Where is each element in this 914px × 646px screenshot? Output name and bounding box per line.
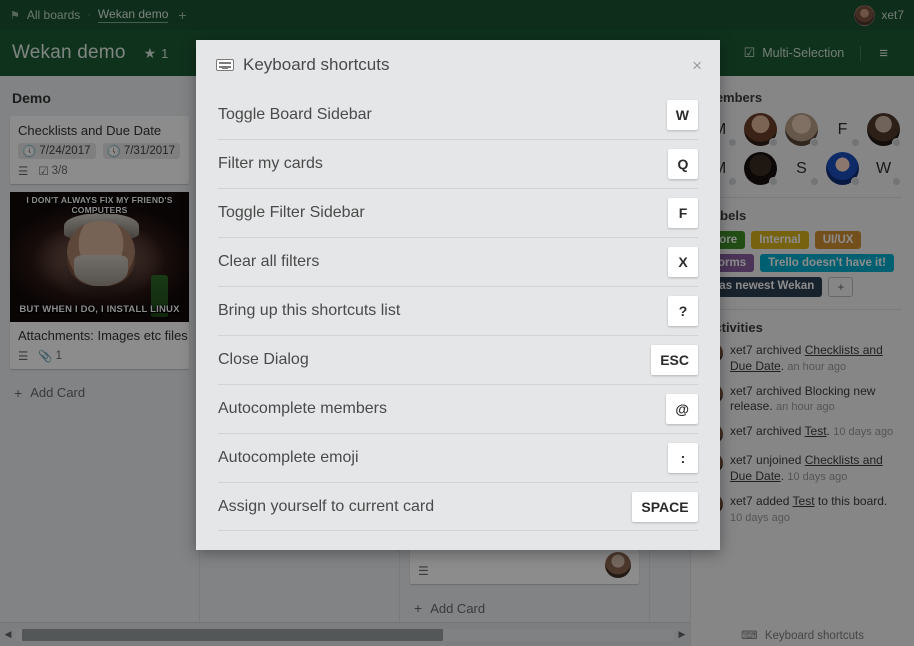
shortcut-row: Autocomplete emoji : bbox=[218, 433, 698, 482]
shortcut-key-badge: Q bbox=[668, 149, 698, 179]
shortcut-row: Toggle Filter Sidebar F bbox=[218, 188, 698, 237]
shortcut-key-badge: : bbox=[668, 443, 698, 473]
dialog-title-text: Keyboard shortcuts bbox=[243, 55, 389, 75]
shortcut-row: Assign yourself to current card SPACE bbox=[218, 482, 698, 531]
shortcut-label: Assign yourself to current card bbox=[218, 498, 434, 516]
keyboard-icon bbox=[216, 59, 234, 71]
shortcut-key-badge: W bbox=[667, 100, 698, 130]
shortcut-key-badge: ? bbox=[668, 296, 698, 326]
shortcut-key-badge: @ bbox=[666, 394, 698, 424]
shortcut-row: Autocomplete members @ bbox=[218, 384, 698, 433]
shortcut-row: Toggle Board Sidebar W bbox=[218, 90, 698, 139]
dialog-header: Keyboard shortcuts × bbox=[196, 40, 720, 90]
shortcut-key-badge: SPACE bbox=[632, 492, 698, 522]
shortcut-key-badge: X bbox=[668, 247, 698, 277]
shortcut-label: Toggle Filter Sidebar bbox=[218, 204, 365, 222]
shortcut-key-badge: F bbox=[668, 198, 698, 228]
shortcut-label: Filter my cards bbox=[218, 155, 323, 173]
shortcut-row: Close Dialog ESC bbox=[218, 335, 698, 384]
dialog-title: Keyboard shortcuts bbox=[216, 55, 389, 75]
app-root: ⚑ All boards · Wekan demo + xet7 Wekan d… bbox=[0, 0, 914, 646]
shortcut-label: Autocomplete members bbox=[218, 400, 387, 418]
shortcut-label: Autocomplete emoji bbox=[218, 449, 359, 467]
shortcuts-list: Toggle Board Sidebar W Filter my cards Q… bbox=[196, 90, 720, 550]
shortcut-key-badge: ESC bbox=[651, 345, 698, 375]
keyboard-shortcuts-dialog: Keyboard shortcuts × Toggle Board Sideba… bbox=[196, 40, 720, 550]
shortcut-row: Bring up this shortcuts list ? bbox=[218, 286, 698, 335]
shortcut-label: Clear all filters bbox=[218, 253, 319, 271]
shortcut-label: Bring up this shortcuts list bbox=[218, 302, 400, 320]
shortcut-row: Clear all filters X bbox=[218, 237, 698, 286]
shortcut-row: Filter my cards Q bbox=[218, 139, 698, 188]
close-icon[interactable]: × bbox=[692, 57, 702, 74]
shortcut-label: Toggle Board Sidebar bbox=[218, 106, 372, 124]
shortcut-label: Close Dialog bbox=[218, 351, 309, 369]
